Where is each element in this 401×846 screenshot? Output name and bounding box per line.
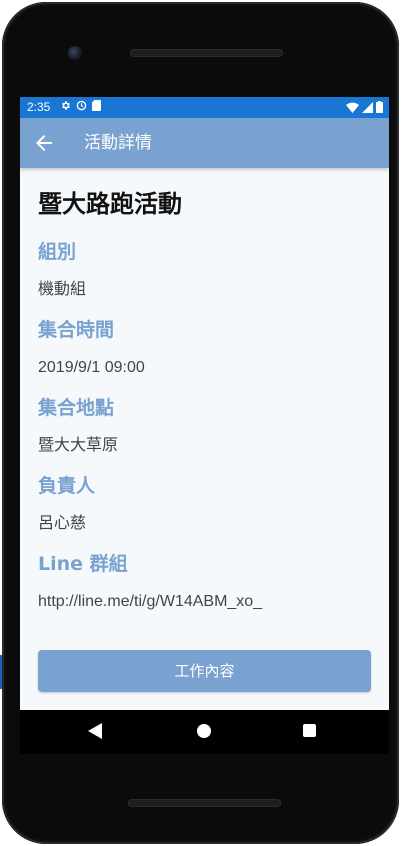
line-group-link[interactable]: http://line.me/ti/g/W14ABM_xo_ — [38, 590, 373, 614]
phone-screen: 2:35 活動詳情 暨大路跑活動 組別 機動組 集合時間 2019/9/1 09… — [20, 97, 389, 710]
status-time: 2:35 — [27, 100, 51, 114]
meeting-place-value: 暨大大草原 — [38, 437, 119, 454]
event-detail-content: 暨大路跑活動 組別 機動組 集合時間 2019/9/1 09:00 集合地點 暨… — [38, 187, 373, 628]
event-title: 暨大路跑活動 — [38, 190, 182, 218]
app-bar: 活動詳情 — [20, 118, 389, 168]
status-bar: 2:35 — [20, 97, 389, 118]
front-camera-icon — [68, 46, 82, 60]
work-content-button[interactable]: 工作內容 — [38, 650, 371, 692]
sd-card-icon — [92, 100, 101, 111]
person-in-charge-label: 負責人 — [38, 475, 96, 497]
meeting-time-label: 集合時間 — [38, 319, 115, 341]
status-right-icons — [346, 101, 383, 113]
person-in-charge-value: 呂心慈 — [38, 515, 87, 532]
system-nav-bar — [20, 710, 389, 754]
meeting-time-value: 2019/9/1 09:00 — [38, 359, 145, 376]
arrow-back-icon — [36, 135, 52, 151]
app-bar-title: 活動詳情 — [84, 133, 152, 153]
back-button[interactable] — [32, 131, 56, 155]
emulator-frame: 2:35 活動詳情 暨大路跑活動 組別 機動組 集合時間 2019/9/1 09… — [0, 0, 401, 846]
battery-icon — [376, 101, 383, 113]
settings-icon — [62, 101, 70, 110]
group-label: 組別 — [38, 241, 77, 263]
group-value: 機動組 — [38, 281, 87, 298]
bottom-speaker-grille — [128, 799, 281, 807]
sync-icon — [76, 100, 87, 111]
nav-back-icon[interactable] — [88, 723, 102, 739]
top-speaker-grille — [130, 49, 283, 57]
nav-recents-icon[interactable] — [303, 724, 316, 737]
meeting-place-label: 集合地點 — [38, 397, 115, 419]
status-left-icons — [60, 100, 101, 111]
signal-icon — [362, 101, 373, 113]
wifi-icon — [346, 102, 359, 113]
line-group-label: Line 群組 — [38, 553, 128, 575]
nav-home-icon[interactable] — [197, 724, 211, 738]
